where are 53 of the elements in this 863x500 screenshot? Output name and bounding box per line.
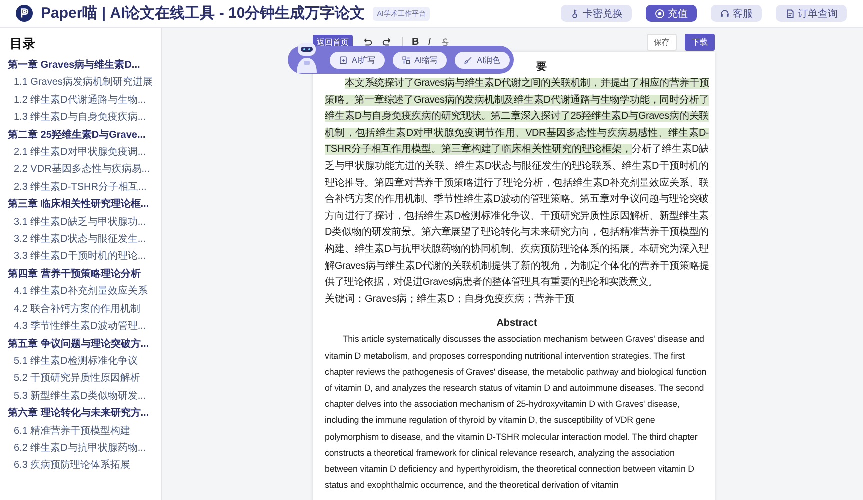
toc-item[interactable]: 3.2 维生素D状态与眼征发生... <box>8 231 161 248</box>
ai-button[interactable]: AI扩写 <box>330 52 385 68</box>
document-icon <box>785 8 795 18</box>
header-button[interactable]: 订单查询 <box>776 5 847 22</box>
ai-button[interactable]: AI缩写 <box>392 52 448 68</box>
toc-item[interactable]: 4.1 维生素D补充剂量效应关系 <box>8 283 161 301</box>
strikethrough-icon[interactable] <box>440 36 452 48</box>
toc-item[interactable]: 2.2 VDR基因多态性与疾病易... <box>8 161 161 179</box>
toc-item[interactable]: 5.1 维生素D检测标准化争议 <box>8 352 161 370</box>
toc-chapter[interactable]: 第五章 争议问题与理论突破方... <box>8 336 161 353</box>
squares-icon <box>402 56 411 64</box>
header-button[interactable]: 充值 <box>646 5 697 22</box>
toc-title: 目录 <box>10 36 37 53</box>
header-button[interactable]: 卡密兑换 <box>561 5 632 22</box>
header-button[interactable]: 客服 <box>711 5 762 22</box>
toc-item[interactable]: 6.3 疾病预防理论体系拓展 <box>8 457 161 475</box>
toc-chapter[interactable]: 第二章 25羟维生素D与Grave... <box>8 126 161 144</box>
bold-button[interactable]: B <box>412 36 420 48</box>
redo-icon[interactable] <box>382 36 393 48</box>
brush-icon <box>464 56 474 64</box>
toc-chapter[interactable]: 第四章 营养干预策略理论分析 <box>8 266 161 284</box>
toc-chapter[interactable]: 第三章 临床相关性研究理论框... <box>8 196 161 214</box>
headset-icon <box>720 8 730 18</box>
italic-button[interactable]: I <box>428 36 432 48</box>
abstract-paragraph: 本文系统探讨了Graves病与维生素D代谢之间的关联机制，并提出了相应的营养干预策略。第一章综述了Graves病的发病机制及维生素D代谢通路与生物学功能，同时分析了维生素D与自身免疫疾病的研究现状。第二章深入探讨了25羟维生素D与Graves病的关联机制，包括维生素D对甲状腺免疫调节作用、VDR基因多态性与疾病易感性、维生素D-TSHR分子相互作用模型。第三章构建了临床相关性研究的理论框架，分析了维生素D缺乏与甲状腺功能亢进的关联、维生素D状态与眼征发生的理论联系、维生素D干预时机的理论推导。第四章对营养干预策略进行了理论分析，包括维生素D补充剂量效应关系、联合补钙方案的作用机制、季节性维生素D波动的管理策略。第五章对争议问题与理论突破方向进行了探讨，包括维生素D检测标准化争议、干预研究异质性原因解析、新型维生素D类似物的研发前景。第六章展望了理论转化与未来研究方向，包括精准营养干预模型的构建、维生素D与抗甲状腺药物的协同机制、疾病预防理论体系的拓展。本研究为深入理解Graves病与维生素D代谢的关联机制提供了新的视角，为制定个体化的营养干预策略提供了理论依据，对促进Graves病患者的整体管理具有重要的理论和实践意义。 <box>325 76 709 290</box>
keywords-text: 关键词：Graves病；维生素D；自身免疫疾病；营养干预 <box>325 292 576 307</box>
english-abstract-heading: Abstract <box>496 318 538 330</box>
coin-icon <box>655 8 665 18</box>
toc-chapter[interactable]: 第一章 Graves病与维生素D... <box>8 57 161 74</box>
undo-icon[interactable] <box>362 36 373 48</box>
english-abstract-paragraph: This article systematically discusses the association mechanism between Graves' disease and vitamin D metabolism, and proposes corresponding nutritional intervention strategies. The first chapter reviews the pathogenesis of Graves' disease, the metabolic pathway and biological function of vitamin D, and analyzes the research status of vitamin D and autoimmune diseases. The second chapter delves into the association mechanism of 25-hydroxyvitamin D with Graves' disease, including the immune regulation of thyroid by vitamin D, the susceptibility of VDR gene polymorphism to disease, and the vitamin D-TSHR molecular interaction model. The third chapter constructs a theoretical framework for clinical relevance research, analyzing the association between vitamin D deficiency and hyperthyroidism, the theoretical connection between vitamin D status and exophthalmic occurrence, and the theoretical derivation of vitamin <box>325 333 708 492</box>
toc-item[interactable]: 1.2 维生素D代谢通路与生物... <box>8 92 161 110</box>
toc-chapter[interactable]: 第六章 理论转化与未来研究方... <box>8 405 161 423</box>
toc-item[interactable]: 6.1 精准营养干预模型构建 <box>8 422 161 440</box>
toc-item[interactable]: 3.3 维生素D干预时机的理论... <box>8 248 161 266</box>
save-button[interactable]: 保存 <box>647 34 677 50</box>
toc-item[interactable]: 2.1 维生素D对甲状腺免疫调... <box>8 144 161 162</box>
toc-item[interactable]: 1.3 维生素D与自身免疫疾病... <box>8 109 161 127</box>
toc-item[interactable]: 4.3 季节性维生素D波动管理... <box>8 318 161 336</box>
toc-item[interactable]: 2.3 维生素D-TSHR分子相互... <box>8 178 161 196</box>
abstract-heading: 要 <box>536 61 548 73</box>
toc-item[interactable]: 5.2 干预研究异质性原因解析 <box>8 370 161 388</box>
toc-item[interactable]: 5.3 新型维生素D类似物研发... <box>8 388 161 406</box>
document-plus-icon <box>339 56 348 64</box>
toc-item[interactable]: 3.1 维生素D缺乏与甲状腺功... <box>8 214 161 232</box>
key-icon <box>570 8 580 18</box>
toc-item[interactable]: 1.1 Graves病发病机制研究进展 <box>8 74 161 92</box>
app-title: Paper喵 | AI论文在线工具 - 10分钟生成万字论文 <box>41 4 366 23</box>
toc-item[interactable]: 4.2 联合补钙方案的作用机制 <box>8 300 161 318</box>
ai-button[interactable]: AI润色 <box>455 52 510 68</box>
toc-item[interactable]: 6.2 维生素D与抗甲状腺药物... <box>8 440 161 458</box>
download-button[interactable]: 下载 <box>685 34 715 50</box>
logo-icon <box>16 5 33 22</box>
